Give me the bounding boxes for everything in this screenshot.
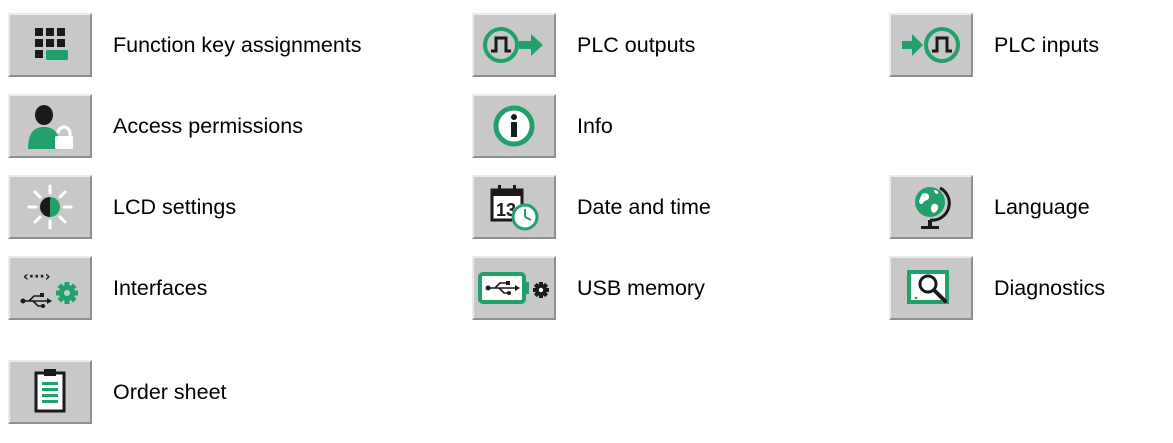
usb-memory-button[interactable] <box>472 256 556 320</box>
language-button[interactable] <box>889 175 973 239</box>
access-permissions-button[interactable] <box>8 94 92 158</box>
globe-icon <box>915 186 951 229</box>
usb-gear-icon <box>478 272 549 304</box>
menu-item-plc-outputs[interactable]: PLC outputs <box>472 13 695 77</box>
info-label: Info <box>577 113 613 138</box>
interfaces-label: Interfaces <box>113 275 208 300</box>
menu-item-function-keys[interactable]: Function key assignments <box>8 13 362 77</box>
usb-memory-label: USB memory <box>577 275 705 300</box>
brightness-icon <box>27 184 73 230</box>
calendar-clock-icon: 13 <box>490 185 539 231</box>
language-label: Language <box>994 194 1090 219</box>
function-keys-button[interactable] <box>8 13 92 77</box>
menu-item-order-sheet[interactable]: Order sheet <box>8 360 227 424</box>
order-sheet-button[interactable] <box>8 360 92 424</box>
menu-item-info[interactable]: Info <box>472 94 613 158</box>
date-time-label: Date and time <box>577 194 711 219</box>
magnifier-screen-icon <box>907 270 949 304</box>
menu-item-interfaces[interactable]: ‹···› Interfaces <box>8 256 207 320</box>
diagnostics-label: Diagnostics <box>994 275 1106 300</box>
pulse-in-icon <box>902 27 960 63</box>
menu-item-usb-memory[interactable]: USB memory <box>472 256 705 320</box>
info-button[interactable] <box>472 94 556 158</box>
order-sheet-label: Order sheet <box>113 379 227 404</box>
diagnostics-button[interactable] <box>889 256 973 320</box>
menu-item-lcd-settings[interactable]: LCD settings <box>8 175 236 239</box>
date-time-button[interactable]: 13 <box>472 175 556 239</box>
plc-outputs-label: PLC outputs <box>577 32 696 57</box>
pulse-out-icon <box>483 27 543 63</box>
access-permissions-label: Access permissions <box>113 113 303 138</box>
clipboard-icon <box>34 369 66 413</box>
plc-outputs-button[interactable] <box>472 13 556 77</box>
function-keys-label: Function key assignments <box>113 32 362 57</box>
user-lock-icon <box>28 105 73 149</box>
keypad-icon <box>35 28 68 60</box>
interfaces-gear-icon: ‹···› <box>20 269 78 308</box>
menu-item-diagnostics[interactable]: Diagnostics <box>889 256 1105 320</box>
info-icon <box>493 105 535 147</box>
plc-inputs-label: PLC inputs <box>994 32 1100 57</box>
menu-item-plc-inputs[interactable]: PLC inputs <box>889 13 1099 77</box>
lcd-settings-button[interactable] <box>8 175 92 239</box>
menu-item-date-time[interactable]: 13 Date and time <box>472 175 711 239</box>
menu-item-access-permissions[interactable]: Access permissions <box>8 94 303 158</box>
menu-item-language[interactable]: Language <box>889 175 1090 239</box>
plc-inputs-button[interactable] <box>889 13 973 77</box>
interfaces-button[interactable]: ‹···› <box>8 256 92 320</box>
interfaces-arrow-glyph: ‹···› <box>23 269 51 285</box>
lcd-settings-label: LCD settings <box>113 194 237 219</box>
